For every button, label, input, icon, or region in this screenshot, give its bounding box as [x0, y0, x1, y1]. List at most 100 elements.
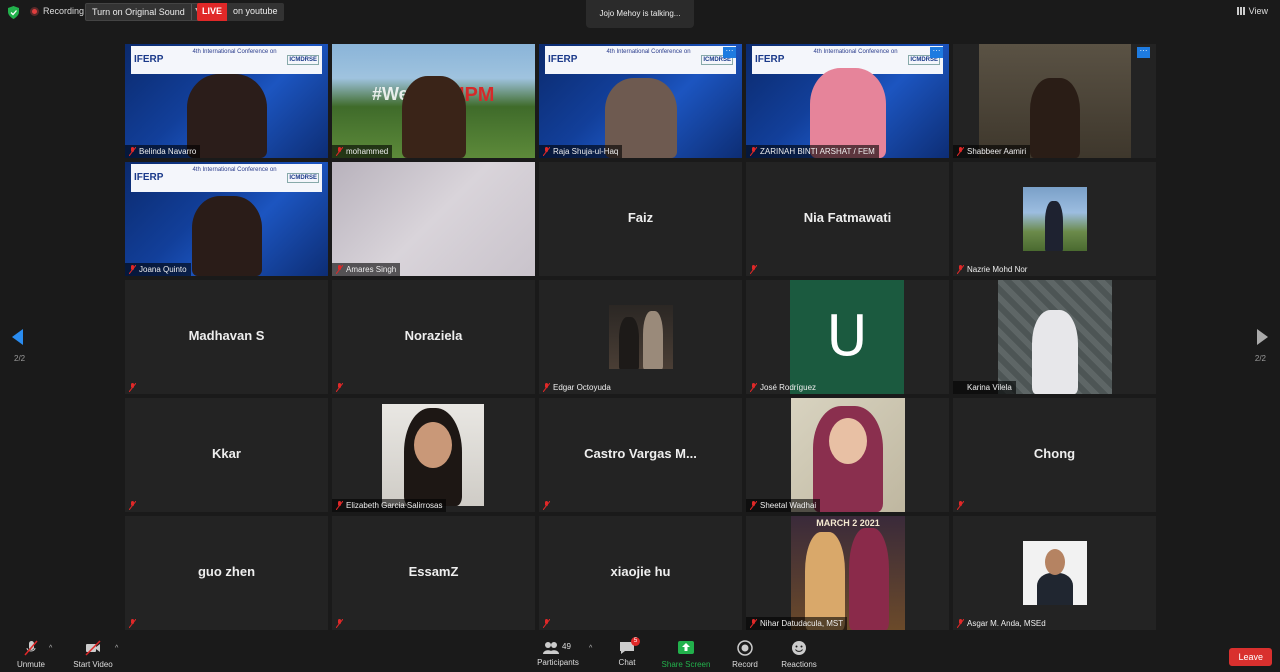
- meeting-top-bar: Recording Turn on Original Sound ▼ LIVE …: [0, 0, 1280, 28]
- icmdrse-logo: ICMDRSE: [287, 173, 319, 183]
- profile-photo: [609, 305, 673, 369]
- muted-mic-icon: [129, 501, 136, 510]
- more-options-icon[interactable]: ···: [930, 47, 943, 58]
- muted-mic-icon: [957, 265, 964, 274]
- recording-icon: [30, 6, 39, 16]
- participant-video: [979, 44, 1131, 158]
- participant-tile[interactable]: Noraziela: [332, 280, 535, 394]
- participant-tile[interactable]: U José Rodríguez: [746, 280, 949, 394]
- participant-tile[interactable]: IFERP 4th International Conference on IC…: [125, 44, 328, 158]
- participant-video: [401, 76, 466, 158]
- active-speaker-banner: Jojo Mehoy is talking...: [586, 0, 694, 28]
- participant-name: ZARINAH BINTI ARSHAT / FEM: [746, 145, 879, 158]
- iferp-logo: IFERP: [548, 54, 578, 65]
- participant-display-name: guo zhen: [197, 564, 256, 579]
- muted-mic-icon: [336, 147, 343, 156]
- view-button[interactable]: View: [1236, 6, 1268, 16]
- profile-photo: [998, 280, 1112, 394]
- participant-tile[interactable]: ··· Shabbeer Aamiri: [953, 44, 1156, 158]
- participant-tile[interactable]: EssamZ: [332, 516, 535, 630]
- muted-mic-icon: [750, 147, 757, 156]
- participant-tile[interactable]: guo zhen: [125, 516, 328, 630]
- participant-tile[interactable]: Faiz: [539, 162, 742, 276]
- profile-photo: [791, 398, 905, 512]
- participant-tile[interactable]: MARCH 2 2021 Nihar Datudacula, MST: [746, 516, 949, 630]
- participant-name: Karina Vilela: [953, 381, 1016, 394]
- record-label: Record: [732, 660, 758, 669]
- participant-display-name: Kkar: [212, 446, 241, 461]
- participant-name: Nihar Datudacula, MST: [746, 617, 848, 630]
- participant-tile[interactable]: Nazrie Mohd Nor: [953, 162, 1156, 276]
- participant-name: Asgar M. Anda, MSEd: [967, 619, 1046, 628]
- participant-tile[interactable]: Sheetal Wadhai: [746, 398, 949, 512]
- participant-tile[interactable]: Madhavan S: [125, 280, 328, 394]
- photo-caption: MARCH 2 2021: [816, 518, 880, 528]
- recording-indicator[interactable]: Recording: [30, 6, 84, 16]
- participant-name: Elizabeth Garcia Salirrosas: [332, 499, 447, 512]
- profile-face: [414, 422, 452, 468]
- participant-name: José Rodríguez: [760, 383, 817, 392]
- participant-tile[interactable]: Karina Vilela: [953, 280, 1156, 394]
- participant-tile[interactable]: xiaojie hu: [539, 516, 742, 630]
- participant-tile[interactable]: IFERP 4th International Conference on IC…: [539, 44, 742, 158]
- profile-face: [1045, 549, 1065, 575]
- share-screen-button[interactable]: Share Screen: [660, 640, 712, 669]
- video-options-chevron-icon[interactable]: ^: [115, 645, 118, 652]
- unmute-label: Unmute: [16, 660, 45, 669]
- profile-photo: [1023, 187, 1087, 251]
- record-button[interactable]: Record: [728, 640, 762, 669]
- participant-display-name: Chong: [1033, 446, 1076, 461]
- iferp-logo: IFERP: [134, 172, 164, 183]
- participant-tile[interactable]: IFERP 4th International Conference on IC…: [125, 162, 328, 276]
- unmute-button[interactable]: Unmute: [12, 640, 50, 669]
- conference-title: 4th International Conference on: [606, 49, 691, 55]
- participant-tile[interactable]: Edgar Octoyuda: [539, 280, 742, 394]
- shield-icon[interactable]: [8, 6, 19, 19]
- audio-options-chevron-icon[interactable]: ^: [49, 645, 52, 652]
- muted-mic-icon: [750, 501, 757, 510]
- participant-tile[interactable]: IFERP 4th International Conference on IC…: [746, 44, 949, 158]
- chat-badge: 5: [631, 637, 640, 646]
- conference-banner: IFERP 4th International Conference on IC…: [131, 46, 322, 74]
- participant-display-name: Nia Fatmawati: [803, 210, 892, 225]
- participant-tile[interactable]: #WeLo UPM mohammed: [332, 44, 535, 158]
- participant-display-name: Noraziela: [404, 328, 463, 343]
- participant-video: [191, 196, 262, 276]
- share-screen-label: Share Screen: [661, 660, 711, 669]
- participant-tile[interactable]: Chong: [953, 398, 1156, 512]
- start-video-button[interactable]: Start Video: [70, 640, 116, 669]
- participant-name: Shabbeer Aamiri: [953, 145, 1031, 158]
- more-options-icon[interactable]: ···: [1137, 47, 1150, 58]
- original-sound-button[interactable]: Turn on Original Sound ▼: [85, 3, 204, 21]
- leave-button[interactable]: Leave: [1229, 648, 1272, 666]
- muted-mic-icon: [543, 147, 550, 156]
- participant-name: Nazrie Mohd Nor: [967, 265, 1028, 274]
- participant-tile[interactable]: Amares Singh: [332, 162, 535, 276]
- participant-tile[interactable]: Asgar M. Anda, MSEd: [953, 516, 1156, 630]
- chat-label: Chat: [618, 658, 636, 667]
- view-label: View: [1248, 6, 1268, 16]
- live-stream-indicator[interactable]: LIVE on youtube: [197, 3, 284, 21]
- conference-banner: IFERP 4th International Conference on IC…: [131, 164, 322, 192]
- next-page-arrow-icon[interactable]: [1257, 329, 1268, 345]
- participant-tile[interactable]: Kkar: [125, 398, 328, 512]
- participants-button[interactable]: 49 Participants: [535, 640, 581, 667]
- more-options-icon[interactable]: ···: [723, 47, 736, 58]
- muted-mic-icon: [957, 147, 964, 156]
- participant-tile[interactable]: Nia Fatmawati: [746, 162, 949, 276]
- participant-tile[interactable]: Castro Vargas M...: [539, 398, 742, 512]
- chat-button[interactable]: 5 Chat: [612, 637, 642, 667]
- participant-name: Raja Shuja-ul-Haq: [539, 145, 623, 158]
- participants-icon: 49: [543, 640, 573, 656]
- smiley-icon: [792, 641, 806, 655]
- muted-mic-icon: [543, 383, 550, 392]
- participant-display-name: xiaojie hu: [610, 564, 671, 579]
- participants-label: Participants: [537, 658, 579, 667]
- reactions-button[interactable]: Reactions: [778, 640, 820, 669]
- participants-options-chevron-icon[interactable]: ^: [589, 645, 592, 652]
- muted-mic-icon: [750, 265, 757, 274]
- participant-tile[interactable]: Elizabeth Garcia Salirrosas: [332, 398, 535, 512]
- previous-page-arrow-icon[interactable]: [12, 329, 23, 345]
- live-platform: on youtube: [227, 3, 284, 21]
- muted-mic-icon: [957, 619, 964, 628]
